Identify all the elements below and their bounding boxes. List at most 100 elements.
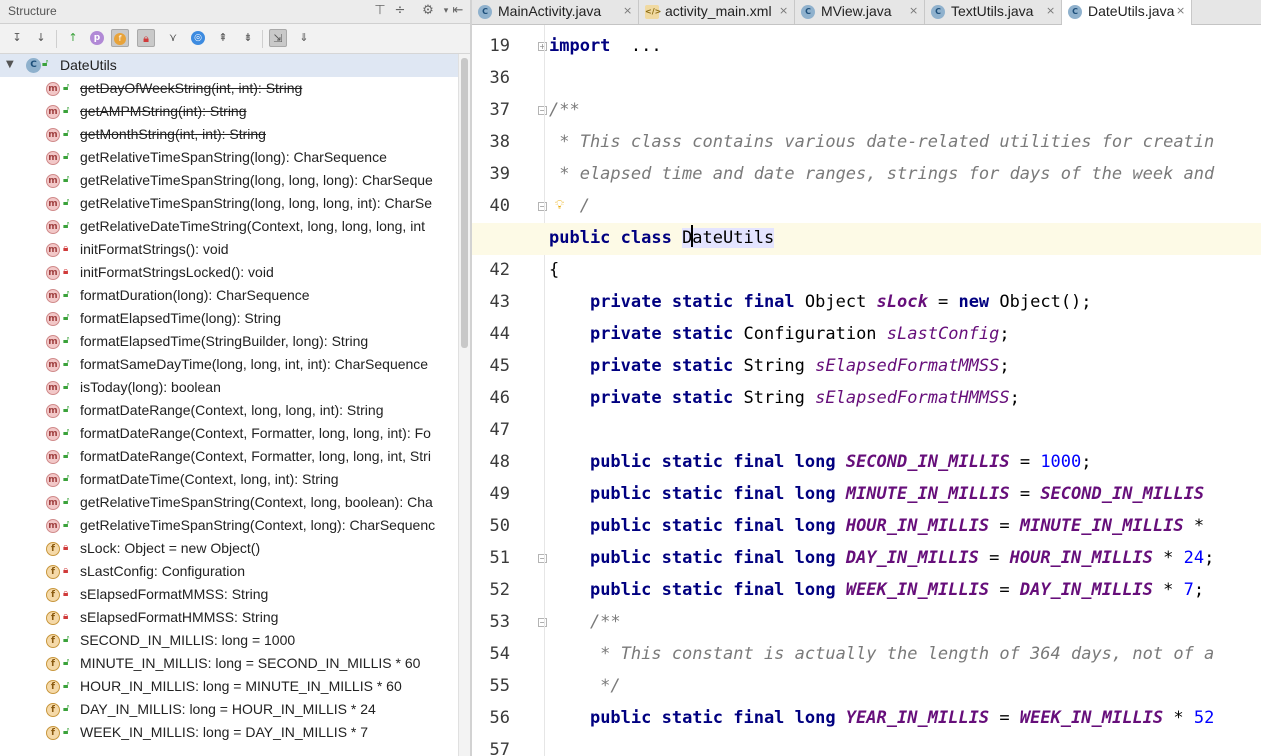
code-line[interactable]: public static final long HOUR_IN_MILLIS … [549,516,1204,536]
gear-icon[interactable]: ⚙ [420,3,436,19]
code-token: DAY_IN_MILLIS [1019,580,1153,600]
code-line[interactable]: public static final long YEAR_IN_MILLIS … [549,708,1214,728]
collapse-all-icon[interactable]: ÷ [392,3,408,19]
code-area[interactable]: import ... /** * This class contains vari… [472,25,1261,756]
structure-field-item[interactable]: f 🔓︎ SECOND_IN_MILLIS: long = 1000 [0,629,458,652]
show-non-public-icon[interactable]: 🔒︎ [137,29,155,47]
structure-method-item[interactable]: m 🔓︎ formatDateRange(Context, Formatter, l… [0,422,458,445]
code-line[interactable]: /** [549,612,621,632]
code-line[interactable]: { [549,260,559,280]
code-line[interactable]: private static Configuration sLastConfig… [549,324,1010,344]
close-tab-icon[interactable]: × [909,4,918,17]
code-token: private static [589,388,744,408]
structure-method-item[interactable]: m 🔓︎ formatDateRange(Context, Formatter, l… [0,445,458,468]
navigate-icon[interactable]: ⇓ [295,29,313,47]
structure-method-item[interactable]: m 🔓︎ formatElapsedTime(long): String [0,307,458,330]
public-visibility-icon: 🔓︎ [42,58,49,69]
code-line[interactable]: public class DateUtils [549,228,775,248]
structure-method-item[interactable]: m 🔓︎ formatDuration(long): CharSequence [0,284,458,307]
lightbulb-icon[interactable]: 💡︎ [555,198,564,213]
code-line[interactable]: public static final long SECOND_IN_MILLI… [549,452,1092,472]
code-token: = [989,516,1020,536]
code-token: = [927,292,959,312]
close-tab-icon[interactable]: × [623,4,632,17]
close-tab-icon[interactable]: × [1046,4,1055,17]
show-lambdas-icon[interactable]: ⋎ [164,29,182,47]
code-line[interactable]: */ [549,676,620,696]
show-inherited-icon[interactable]: ↑ [64,29,82,47]
editor-tab[interactable]: C TextUtils.java × [925,0,1062,24]
editor-tab[interactable]: C DateUtils.java × [1062,0,1192,25]
public-visibility-icon: 🔓︎ [63,404,70,415]
tree-root-dateutils[interactable]: ▼ C 🔓︎ DateUtils [0,54,458,77]
editor-tab[interactable]: C MainActivity.java × [472,0,639,24]
field-icon: f [46,703,60,717]
structure-field-item[interactable]: f 🔒︎ sLastConfig: Configuration [0,560,458,583]
scrollbar-thumb[interactable] [461,58,468,348]
structure-method-item[interactable]: m 🔓︎ getRelativeTimeSpanString(Context, lo… [0,514,458,537]
sort-alphabetically-icon[interactable]: ↓ [32,29,50,47]
structure-field-item[interactable]: f 🔓︎ MINUTE_IN_MILLIS: long = SECOND_IN_MI… [0,652,458,675]
code-token: MINUTE_IN_MILLIS [1019,516,1184,536]
hide-panel-icon[interactable]: ⇤ [450,3,466,19]
structure-method-item[interactable]: m 🔓︎ getRelativeDateTimeString(Context, lo… [0,215,458,238]
structure-method-item[interactable]: m 🔒︎ initFormatStringsLocked(): void [0,261,458,284]
expand-all-icon[interactable]: ⊤ [372,3,388,19]
code-token: DateUtils [682,228,775,248]
autoscroll-to-source-icon[interactable]: ◎ [191,31,205,45]
show-fields-icon[interactable]: f [111,29,129,47]
structure-field-item[interactable]: f 🔒︎ sElapsedFormatHMMSS: String [0,606,458,629]
editor-tab[interactable]: C MView.java × [795,0,925,24]
structure-method-item[interactable]: m 🔓︎ isToday(long): boolean [0,376,458,399]
sort-by-visibility-icon[interactable]: ↧ [8,29,26,47]
code-line[interactable]: * elapsed time and date ranges, strings … [549,164,1214,184]
collapse-icon[interactable]: ⇟ [239,29,257,47]
structure-item-label: DAY_IN_MILLIS: long = HOUR_IN_MILLIS * 2… [80,701,376,717]
code-line[interactable]: public static final long DAY_IN_MILLIS =… [549,548,1214,568]
structure-method-item[interactable]: m 🔓︎ formatElapsedTime(StringBuilder, long… [0,330,458,353]
structure-method-item[interactable]: m 🔓︎ getAMPMString(int): String [0,100,458,123]
expand-icon[interactable]: ⇞ [214,29,232,47]
structure-field-item[interactable]: f 🔓︎ HOUR_IN_MILLIS: long = MINUTE_IN_MILL… [0,675,458,698]
editor-tab-bar: C MainActivity.java × </> activity_main.xml ×… [472,0,1261,25]
structure-method-item[interactable]: m 🔓︎ getRelativeTimeSpanString(long): Char… [0,146,458,169]
collapse-arrow-icon[interactable]: ▼ [6,59,14,70]
code-line[interactable]: private static String sElapsedFormatHMMS… [549,388,1020,408]
code-line[interactable]: public static final long WEEK_IN_MILLIS … [549,580,1204,600]
structure-method-item[interactable]: m 🔓︎ getRelativeTimeSpanString(Context, lo… [0,491,458,514]
structure-method-item[interactable]: m 🔓︎ formatDateRange(Context, long, long, … [0,399,458,422]
autoscroll-from-source-icon[interactable]: ⇲ [269,29,287,47]
structure-method-item[interactable]: m 🔓︎ formatSameDayTime(long, long, int, in… [0,353,458,376]
structure-method-item[interactable]: m 🔓︎ getMonthString(int, int): String [0,123,458,146]
field-icon: f [46,634,60,648]
structure-item-label: formatDateRange(Context, Formatter, long… [80,425,431,441]
code-line[interactable]: * This constant is actually the length o… [549,644,1214,664]
structure-method-item[interactable]: m 🔓︎ getRelativeTimeSpanString(long, long,… [0,169,458,192]
code-token: * [1152,548,1184,568]
close-tab-icon[interactable]: × [1176,4,1185,17]
code-line[interactable]: private static String sElapsedFormatMMSS… [549,356,1010,376]
code-line[interactable]: /** [549,100,580,120]
show-properties-icon[interactable]: p [90,31,104,45]
code-line[interactable]: private static final Object sLock = new … [549,292,1092,312]
structure-field-item[interactable]: f 🔒︎ sElapsedFormatMMSS: String [0,583,458,606]
code-line[interactable]: import ... [549,36,662,56]
structure-item-label: formatDateTime(Context, long, int): Stri… [80,471,339,487]
structure-method-item[interactable]: m 🔓︎ getRelativeTimeSpanString(long, long,… [0,192,458,215]
code-token: MINUTE_IN_MILLIS [845,484,1010,504]
structure-field-item[interactable]: f 🔓︎ DAY_IN_MILLIS: long = HOUR_IN_MILLIS … [0,698,458,721]
structure-method-item[interactable]: m 🔓︎ formatDateTime(Context, long, int): S… [0,468,458,491]
close-tab-icon[interactable]: × [779,4,788,17]
structure-field-item[interactable]: f 🔒︎ sLock: Object = new Object() [0,537,458,560]
public-visibility-icon: 🔓︎ [63,82,70,93]
structure-method-item[interactable]: m 🔒︎ initFormatStrings(): void [0,238,458,261]
code-line[interactable]: * This class contains various date-relat… [549,132,1214,152]
line-number: 47 [489,420,510,440]
editor-tab[interactable]: </> activity_main.xml × [639,0,795,24]
structure-scrollbar[interactable] [458,54,470,756]
structure-field-item[interactable]: f 🔓︎ WEEK_IN_MILLIS: long = DAY_IN_MILLIS … [0,721,458,744]
structure-method-item[interactable]: m 🔓︎ getDayOfWeekString(int, int): String [0,77,458,100]
code-line[interactable]: public static final long MINUTE_IN_MILLI… [549,484,1204,504]
